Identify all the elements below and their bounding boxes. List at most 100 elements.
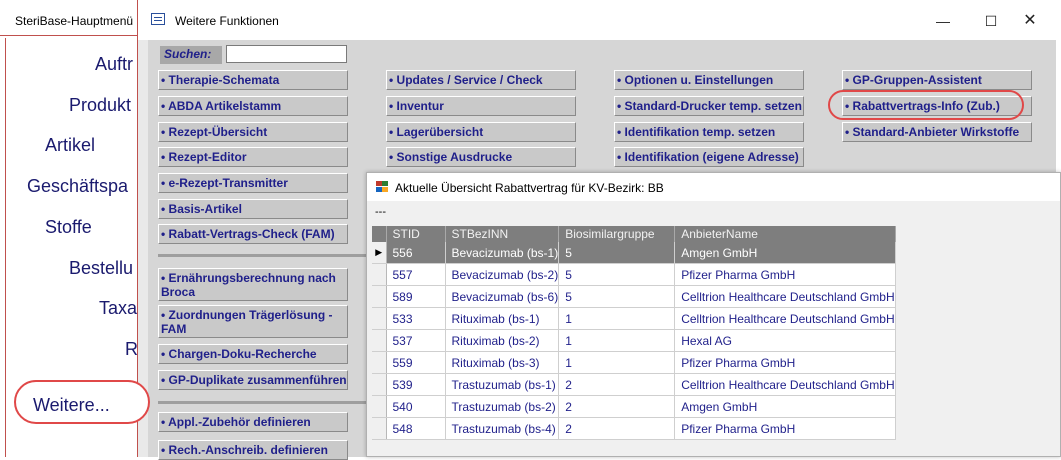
standard-anbieter-wirkstoffe-button[interactable]: • Standard-Anbieter Wirkstoffe — [842, 122, 1032, 142]
cell-stbezinn[interactable]: Bevacizumab (bs-1) — [445, 242, 560, 264]
table-row[interactable]: 537 Rituximab (bs-2) 1 Hexal AG — [372, 329, 897, 352]
identifikation-eigene-adresse-button[interactable]: • Identifikation (eigene Adresse) — [614, 147, 804, 167]
minimize-button[interactable]: — — [929, 10, 957, 32]
updates-service-check-button[interactable]: • Updates / Service / Check — [386, 70, 576, 90]
search-input[interactable] — [226, 45, 347, 63]
cell-biosimilargruppe[interactable]: 5 — [558, 285, 676, 308]
cell-anbietername[interactable]: Celltrion Healthcare Deutschland GmbH — [674, 285, 897, 308]
cell-anbietername[interactable]: Celltrion Healthcare Deutschland GmbH — [674, 307, 897, 330]
menu-item-artikel[interactable]: Artikel — [45, 135, 95, 156]
cell-stid[interactable]: 548 — [386, 417, 446, 440]
cell-stid[interactable]: 539 — [386, 373, 446, 396]
current-record-icon[interactable]: ▶ — [372, 242, 387, 264]
table-row[interactable]: 559 Rituximab (bs-3) 1 Pfizer Pharma GmbH — [372, 351, 897, 374]
sonstige-ausdrucke-button[interactable]: • Sonstige Ausdrucke — [386, 147, 576, 167]
menu-item-taxation[interactable]: Taxa — [99, 298, 137, 319]
row-selector[interactable] — [372, 329, 387, 352]
cell-stid[interactable]: 533 — [386, 307, 446, 330]
therapie-schemata-button[interactable]: • Therapie-Schemata — [158, 70, 348, 90]
rezept-uebersicht-button[interactable]: • Rezept-Übersicht — [158, 122, 348, 142]
cell-anbietername[interactable]: Amgen GmbH — [674, 242, 897, 264]
identifikation-temp-button[interactable]: • Identifikation temp. setzen — [614, 122, 804, 142]
cell-stid[interactable]: 557 — [386, 263, 446, 286]
table-row[interactable]: 548 Trastuzumab (bs-4) 2 Pfizer Pharma GmbH — [372, 417, 897, 440]
cell-stid[interactable]: 589 — [386, 285, 446, 308]
maximize-button[interactable]: ☐ — [977, 10, 1005, 32]
menu-item-bestellungen[interactable]: Bestellu — [69, 258, 133, 279]
dialog-subtitle: --- — [375, 206, 386, 218]
table-row[interactable]: 557 Bevacizumab (bs-2) 5 Pfizer Pharma GmbH — [372, 263, 897, 286]
row-selector[interactable] — [372, 285, 387, 308]
cell-stbezinn[interactable]: Trastuzumab (bs-4) — [445, 417, 560, 440]
col-header-stid[interactable]: STID — [386, 226, 446, 242]
cell-stbezinn[interactable]: Rituximab (bs-2) — [445, 329, 560, 352]
cell-anbietername[interactable]: Pfizer Pharma GmbH — [674, 417, 897, 440]
gp-duplikate-button[interactable]: • GP-Duplikate zusammenführen — [158, 370, 348, 390]
basis-artikel-button[interactable]: • Basis-Artikel — [158, 199, 348, 219]
row-selector[interactable] — [372, 263, 387, 286]
table-row[interactable]: 539 Trastuzumab (bs-1) 2 Celltrion Healthca… — [372, 373, 897, 396]
abda-artikelstamm-button[interactable]: • ABDA Artikelstamm — [158, 96, 348, 116]
e-rezept-transmitter-button[interactable]: • e-Rezept-Transmitter — [158, 173, 348, 193]
cell-stbezinn[interactable]: Trastuzumab (bs-2) — [445, 395, 560, 418]
standard-drucker-button[interactable]: • Standard-Drucker temp. setzen — [614, 96, 804, 116]
cell-stid[interactable]: 537 — [386, 329, 446, 352]
table-row[interactable]: 589 Bevacizumab (bs-6) 5 Celltrion Healthca… — [372, 285, 897, 308]
menu-item-stoffe[interactable]: Stoffe — [45, 217, 92, 238]
gp-gruppen-assistent-button[interactable]: • GP-Gruppen-Assistent — [842, 70, 1032, 90]
cell-biosimilargruppe[interactable]: 2 — [558, 395, 676, 418]
cell-biosimilargruppe[interactable]: 5 — [558, 263, 676, 286]
lageruebersicht-button[interactable]: • Lagerübersicht — [386, 122, 576, 142]
chargen-doku-recherche-button[interactable]: • Chargen-Doku-Recherche — [158, 344, 348, 364]
menu-item-r[interactable]: R — [125, 339, 138, 360]
cell-anbietername[interactable]: Pfizer Pharma GmbH — [674, 351, 897, 374]
cell-biosimilargruppe[interactable]: 5 — [558, 242, 676, 264]
col-header-stbezinn[interactable]: STBezINN — [445, 226, 560, 242]
row-selector[interactable] — [372, 417, 387, 440]
cell-biosimilargruppe[interactable]: 2 — [558, 417, 676, 440]
cell-stid[interactable]: 540 — [386, 395, 446, 418]
cell-stbezinn[interactable]: Bevacizumab (bs-6) — [445, 285, 560, 308]
cell-stbezinn[interactable]: Bevacizumab (bs-2) — [445, 263, 560, 286]
cell-biosimilargruppe[interactable]: 2 — [558, 373, 676, 396]
rabatt-vertrags-check-button[interactable]: • Rabatt-Vertrags-Check (FAM) — [158, 224, 348, 244]
grid-corner — [372, 226, 387, 242]
cell-anbietername[interactable]: Celltrion Healthcare Deutschland GmbH — [674, 373, 897, 396]
menu-item-geschaeftspartner[interactable]: Geschäftspa — [27, 176, 128, 197]
row-selector[interactable] — [372, 351, 387, 374]
close-button[interactable]: ✕ — [1016, 10, 1044, 32]
cell-anbietername[interactable]: Pfizer Pharma GmbH — [674, 263, 897, 286]
table-row[interactable]: ▶ 556 Bevacizumab (bs-1) 5 Amgen GmbH — [372, 242, 897, 264]
zuordnungen-traegerloesung-button[interactable]: • Zuordnungen Trägerlösung - FAM — [158, 305, 348, 338]
table-row[interactable]: 540 Trastuzumab (bs-2) 2 Amgen GmbH — [372, 395, 897, 418]
cell-biosimilargruppe[interactable]: 1 — [558, 329, 676, 352]
cell-stid[interactable]: 559 — [386, 351, 446, 374]
row-selector[interactable] — [372, 395, 387, 418]
cell-anbietername[interactable]: Amgen GmbH — [674, 395, 897, 418]
cell-biosimilargruppe[interactable]: 1 — [558, 307, 676, 330]
appl-zubehoer-button[interactable]: • Appl.-Zubehör definieren — [158, 412, 348, 432]
table-row[interactable]: 533 Rituximab (bs-1) 1 Celltrion Healthcare… — [372, 307, 897, 330]
row-selector[interactable] — [372, 307, 387, 330]
grid-body: ▶ 556 Bevacizumab (bs-1) 5 Amgen GmbH 557 Beva… — [372, 242, 897, 440]
cell-stbezinn[interactable]: Rituximab (bs-3) — [445, 351, 560, 374]
menu-item-produkte[interactable]: Produkt — [69, 95, 131, 116]
cell-biosimilargruppe[interactable]: 1 — [558, 351, 676, 374]
menu-item-weitere[interactable]: Weitere... — [14, 380, 150, 424]
col-header-biosimilargruppe[interactable]: Biosimilargruppe — [558, 226, 676, 242]
rezept-editor-button[interactable]: • Rezept-Editor — [158, 147, 348, 167]
rech-anschreib-button[interactable]: • Rech.-Anschreib. definieren — [158, 440, 348, 460]
ernaehrungsberechnung-button[interactable]: • Ernährungsberechnung nach Broca — [158, 268, 348, 301]
inventur-button[interactable]: • Inventur — [386, 96, 576, 116]
optionen-einstellungen-button[interactable]: • Optionen u. Einstellungen — [614, 70, 804, 90]
col-header-anbietername[interactable]: AnbieterName — [674, 226, 897, 242]
cell-stid[interactable]: 556 — [386, 242, 446, 264]
separator — [158, 401, 368, 404]
window-titlebar: Weitere Funktionen — ☐ ✕ — [138, 0, 1056, 40]
cell-anbietername[interactable]: Hexal AG — [674, 329, 897, 352]
cell-stbezinn[interactable]: Trastuzumab (bs-1) — [445, 373, 560, 396]
menu-item-auftraege[interactable]: Auftr — [95, 54, 133, 75]
main-menu-title: SteriBase-Hauptmenü — [0, 0, 137, 36]
cell-stbezinn[interactable]: Rituximab (bs-1) — [445, 307, 560, 330]
row-selector[interactable] — [372, 373, 387, 396]
